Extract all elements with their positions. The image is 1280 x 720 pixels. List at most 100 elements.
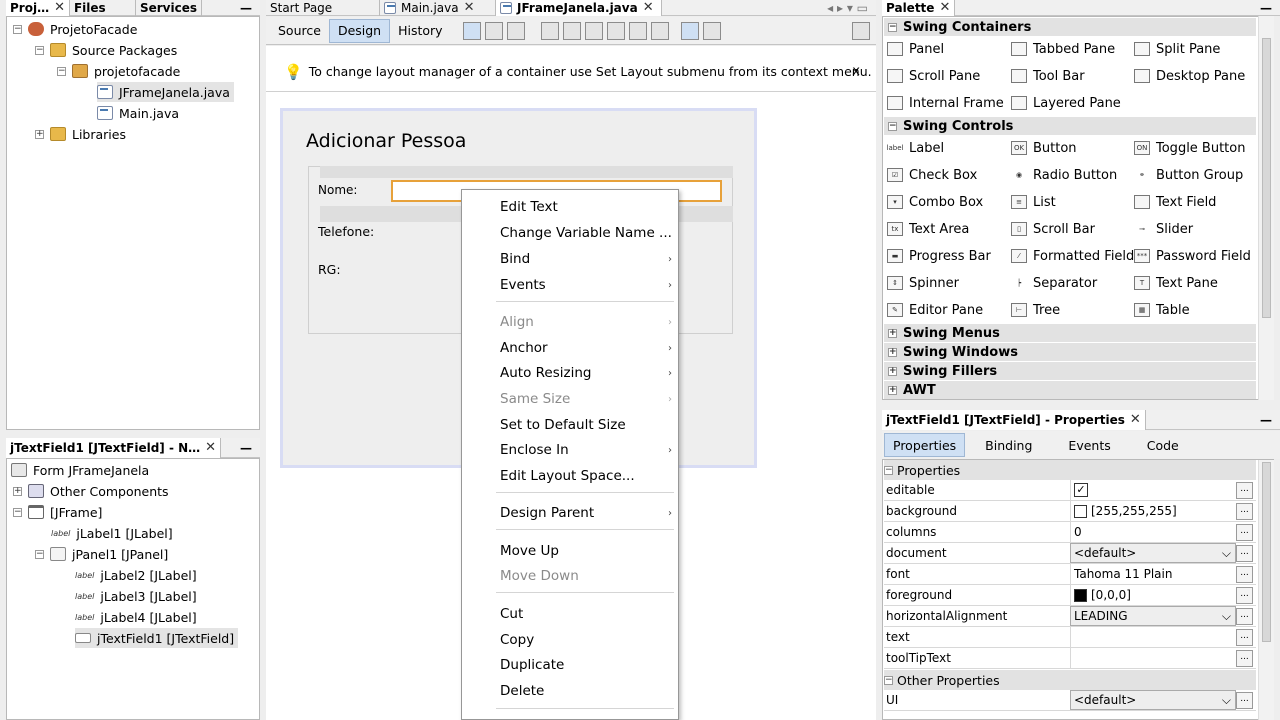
menu-item-events[interactable]: Events › bbox=[462, 273, 678, 297]
connection-mode-icon[interactable] bbox=[484, 21, 503, 40]
palette-item-split-pane[interactable]: Split Pane bbox=[1134, 37, 1220, 61]
tree-node-jframejanela[interactable]: JFrameJanela.java bbox=[97, 82, 234, 102]
palette-item-button-group[interactable]: ⚭ Button Group bbox=[1134, 163, 1243, 187]
resize-horizontal-icon[interactable] bbox=[680, 21, 699, 40]
prop-value[interactable]: [0,0,0] bbox=[1070, 585, 1236, 605]
tab-code[interactable]: Code bbox=[1131, 433, 1195, 457]
prop-value[interactable]: Tahoma 11 Plain bbox=[1070, 564, 1236, 584]
collapse-icon[interactable]: − bbox=[13, 24, 22, 34]
center-vertical-icon[interactable] bbox=[650, 21, 669, 40]
ellipsis-button[interactable]: ... bbox=[1236, 629, 1253, 646]
close-icon[interactable]: ✕ bbox=[939, 0, 950, 15]
nav-node-form[interactable]: Form JFrameJanela bbox=[11, 460, 149, 480]
nav-node-other[interactable]: + Other Components bbox=[13, 481, 169, 501]
scrollbar-thumb[interactable] bbox=[1262, 462, 1271, 642]
tree-node-project[interactable]: − ProjetoFacade bbox=[13, 19, 137, 39]
palette-category-controls[interactable]: − Swing Controls bbox=[884, 117, 1256, 135]
prop-row-tooltip-text[interactable]: toolTipText... bbox=[884, 648, 1256, 669]
expand-icon[interactable]: + bbox=[888, 366, 897, 376]
prop-value-combo[interactable]: LEADING ⌵ bbox=[1070, 606, 1236, 626]
align-right-icon[interactable] bbox=[562, 21, 581, 40]
properties-scrollbar[interactable] bbox=[1258, 460, 1274, 720]
history-button[interactable]: History bbox=[390, 19, 450, 43]
collapse-icon[interactable]: − bbox=[884, 675, 893, 685]
nav-node-jlabel1[interactable]: label jLabel1 [JLabel] bbox=[51, 523, 173, 543]
menu-item-duplicate[interactable]: Duplicate bbox=[462, 653, 678, 677]
palette-item-list[interactable]: ≡ List bbox=[1011, 190, 1056, 214]
ellipsis-button[interactable]: ... bbox=[1236, 650, 1253, 667]
ellipsis-button[interactable]: ... bbox=[1236, 608, 1253, 625]
align-top-icon[interactable] bbox=[606, 21, 625, 40]
collapse-icon[interactable]: − bbox=[13, 507, 22, 517]
label-nome[interactable]: Nome: bbox=[318, 183, 357, 197]
menu-item-move-up[interactable]: Move Up bbox=[462, 539, 678, 563]
tab-services[interactable]: Services bbox=[136, 0, 203, 16]
design-button[interactable]: Design bbox=[328, 18, 391, 43]
collapse-icon[interactable]: − bbox=[884, 465, 893, 475]
prop-row-ui[interactable]: UI <default> ⌵... bbox=[884, 690, 1256, 711]
menu-item-anchor[interactable]: Anchor › bbox=[462, 336, 678, 360]
tab-navigator[interactable]: jTextField1 [JTextField] - N… ✕ bbox=[6, 437, 222, 458]
palette-item-scroll-bar[interactable]: ▯ Scroll Bar bbox=[1011, 217, 1095, 241]
expand-icon[interactable]: + bbox=[35, 129, 44, 139]
palette-item-separator[interactable]: ┝ Separator bbox=[1011, 271, 1097, 295]
palette-item-layered-pane[interactable]: Layered Pane bbox=[1011, 91, 1121, 115]
source-button[interactable]: Source bbox=[270, 19, 329, 43]
expand-editor-icon[interactable] bbox=[852, 21, 870, 40]
collapse-icon[interactable]: − bbox=[35, 549, 44, 559]
prop-value-combo[interactable]: <default> ⌵ bbox=[1070, 690, 1236, 710]
nav-node-jframe[interactable]: − [JFrame] bbox=[13, 502, 102, 522]
prop-row-columns[interactable]: columns 0... bbox=[884, 522, 1256, 543]
palette-item-table[interactable]: ▦ Table bbox=[1134, 298, 1190, 322]
palette-item-progress-bar[interactable]: ▬ Progress Bar bbox=[887, 244, 991, 268]
palette-item-desktop-pane[interactable]: Desktop Pane bbox=[1134, 64, 1245, 88]
palette-item-check-box[interactable]: ☑ Check Box bbox=[887, 163, 977, 187]
menu-item-design-parent[interactable]: Design Parent › bbox=[462, 501, 678, 525]
tab-binding[interactable]: Binding bbox=[969, 433, 1048, 457]
tab-scroll-icon[interactable]: ◂ ▸ ▾ ▭ bbox=[819, 1, 876, 15]
close-icon[interactable]: ✕ bbox=[1130, 412, 1141, 427]
preview-design-icon[interactable] bbox=[506, 21, 525, 40]
menu-item-edit-layout-space[interactable]: Edit Layout Space... bbox=[462, 464, 678, 488]
palette-item-radio-button[interactable]: ◉ Radio Button bbox=[1011, 163, 1117, 187]
collapse-icon[interactable]: − bbox=[888, 22, 897, 32]
expand-icon[interactable]: + bbox=[13, 486, 22, 496]
minimize-icon[interactable]: — bbox=[1252, 413, 1280, 427]
tree-node-package[interactable]: − projetofacade bbox=[57, 61, 180, 81]
properties-section[interactable]: − Properties bbox=[884, 460, 1256, 480]
tab-projects[interactable]: Proj… ✕ bbox=[6, 0, 70, 16]
palette-item-toggle-button[interactable]: ON Toggle Button bbox=[1134, 136, 1245, 160]
minimize-icon[interactable]: — bbox=[232, 1, 260, 15]
palette-item-tree[interactable]: ⊢ Tree bbox=[1011, 298, 1060, 322]
prop-row-background[interactable]: background [255,255,255]... bbox=[884, 501, 1256, 522]
close-icon[interactable]: ✕ bbox=[54, 0, 65, 15]
tree-node-source-packages[interactable]: − Source Packages bbox=[35, 40, 177, 60]
palette-item-formatted-field[interactable]: ⁄ Formatted Field bbox=[1011, 244, 1134, 268]
other-properties-section[interactable]: − Other Properties bbox=[884, 670, 1256, 690]
prop-value[interactable]: 0 bbox=[1070, 522, 1236, 542]
tree-node-main[interactable]: Main.java bbox=[97, 103, 179, 123]
palette-item-scroll-pane[interactable]: Scroll Pane bbox=[887, 64, 980, 88]
prop-value[interactable]: [255,255,255] bbox=[1070, 501, 1236, 521]
selection-mode-icon[interactable] bbox=[462, 21, 481, 40]
menu-item-delete[interactable]: Delete bbox=[462, 679, 678, 703]
menu-item-set-default-size[interactable]: Set to Default Size bbox=[462, 413, 678, 437]
palette-item-tabbed-pane[interactable]: Tabbed Pane bbox=[1011, 37, 1115, 61]
center-horizontal-icon[interactable] bbox=[584, 21, 603, 40]
nav-node-jlabel2[interactable]: label jLabel2 [JLabel] bbox=[75, 565, 197, 585]
tree-node-libraries[interactable]: + Libraries bbox=[35, 124, 126, 144]
palette-category-fillers[interactable]: + Swing Fillers bbox=[884, 362, 1256, 380]
tab-palette[interactable]: Palette ✕ bbox=[882, 0, 956, 16]
expand-icon[interactable]: + bbox=[888, 385, 897, 395]
collapse-icon[interactable]: − bbox=[57, 66, 66, 76]
menu-item-cut[interactable]: Cut bbox=[462, 602, 678, 626]
tab-main-java[interactable]: Main.java ✕ bbox=[380, 0, 496, 16]
ellipsis-button[interactable]: ... bbox=[1236, 566, 1253, 583]
minimize-icon[interactable]: — bbox=[232, 441, 260, 455]
ellipsis-button[interactable]: ... bbox=[1236, 482, 1253, 499]
expand-icon[interactable]: + bbox=[888, 328, 897, 338]
ellipsis-button[interactable]: ... bbox=[1236, 524, 1253, 541]
palette-item-button[interactable]: OK Button bbox=[1011, 136, 1077, 160]
scrollbar-thumb[interactable] bbox=[1262, 38, 1271, 318]
ellipsis-button[interactable]: ... bbox=[1236, 587, 1253, 604]
